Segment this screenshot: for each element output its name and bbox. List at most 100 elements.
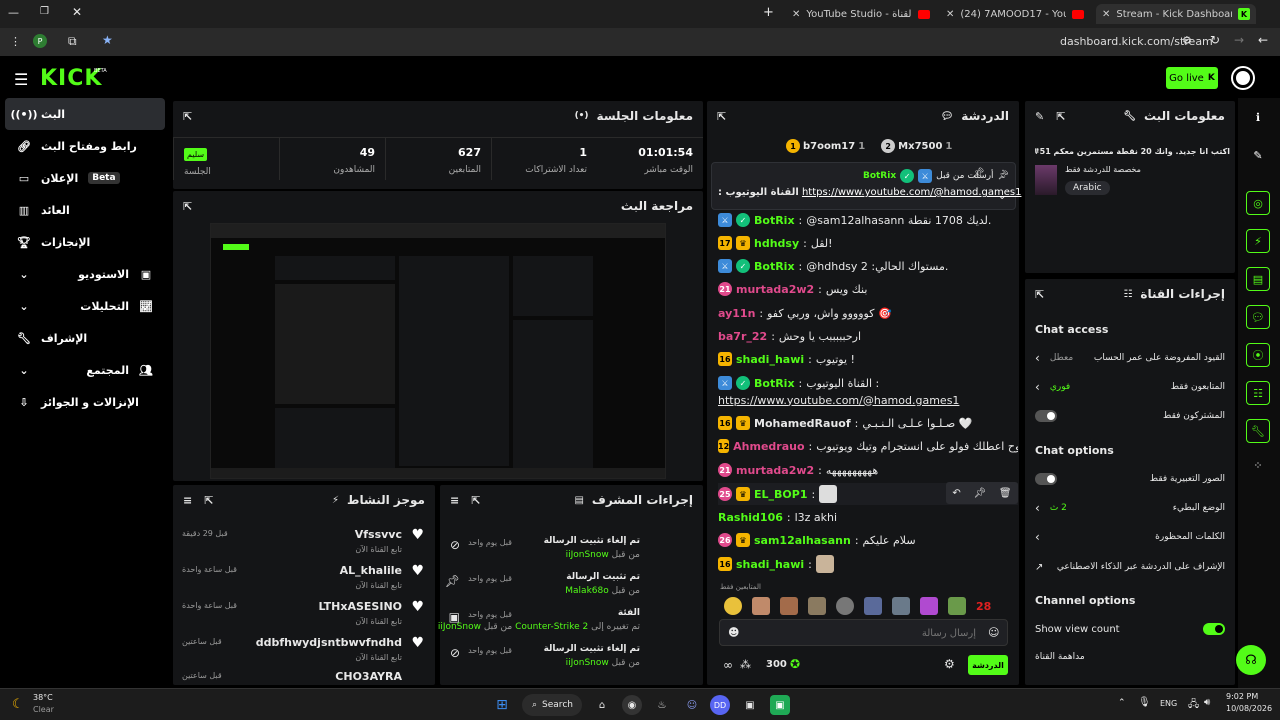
- chat-message[interactable]: 16 shadi_hawi:: [718, 553, 1018, 575]
- chat-message[interactable]: Rashid106: l3z akhi: [718, 506, 1018, 528]
- show-view-count-row[interactable]: Show view count: [1035, 618, 1225, 640]
- popout-icon[interactable]: ⇱: [183, 110, 192, 123]
- infinity-icon[interactable]: ∞: [723, 658, 733, 672]
- stream-preview-video[interactable]: [210, 223, 666, 479]
- emote-icon[interactable]: [920, 597, 938, 615]
- sliders-icon[interactable]: ☷: [1246, 381, 1270, 405]
- microphone-icon[interactable]: 🎙︎: [1138, 697, 1151, 708]
- popout-icon[interactable]: ⇱: [471, 494, 480, 507]
- go-live-button[interactable]: Go live K: [1166, 67, 1218, 89]
- category-thumbnail[interactable]: [1035, 165, 1057, 195]
- minimize-icon[interactable]: —: [8, 6, 19, 19]
- popout-icon[interactable]: ⇱: [1056, 110, 1065, 123]
- chat-message[interactable]: ay11n: كووووو واش، وربي كفو 🎯: [718, 302, 1018, 324]
- back-icon[interactable]: ←: [1258, 33, 1268, 47]
- restore-icon[interactable]: ❐: [40, 6, 49, 17]
- popout-icon[interactable]: ⇱: [717, 110, 726, 123]
- discord-icon[interactable]: ☺: [682, 695, 702, 715]
- wrench-icon[interactable]: 🔧︎: [1246, 419, 1270, 443]
- extensions-icon[interactable]: ⧉: [68, 34, 77, 49]
- popout-icon[interactable]: ⇱: [1035, 288, 1044, 301]
- emote-icon[interactable]: [948, 597, 966, 615]
- sidebar-item-community[interactable]: ⌄ المجتمع 👥︎: [5, 354, 165, 386]
- close-window-icon[interactable]: ✕: [72, 5, 82, 19]
- pencil-icon[interactable]: ✎: [1246, 143, 1270, 167]
- kick-app-icon[interactable]: ▣: [770, 695, 790, 715]
- send-chat-button[interactable]: الدردشة: [968, 655, 1008, 675]
- weather-desc[interactable]: Clear: [33, 705, 54, 714]
- chat-settings-icon[interactable]: ⚙: [944, 657, 955, 671]
- chat-message-continued[interactable]: https://www.youtube.com/@hamod.games1: [718, 389, 1018, 411]
- chat-message[interactable]: 21 murtada2w2: بنك ويس: [718, 278, 1018, 300]
- bolt-icon[interactable]: ⚡︎: [1246, 229, 1270, 253]
- hamburger-menu-icon[interactable]: ☰: [14, 70, 28, 89]
- sidebar-item-stream-key[interactable]: رابط ومفتاح البث 🔗︎: [5, 130, 165, 162]
- chat-message[interactable]: 16 shadi_hawi: يوتيوب !: [718, 348, 1018, 370]
- forward-icon[interactable]: →: [1234, 33, 1244, 47]
- clock-time[interactable]: 9:02 PM: [1226, 692, 1258, 701]
- pinned-message[interactable]: ⋮ 📌︎ ⌄ 📌︎ أرسلت من قبل ⚔ ✓ BotRix : القن…: [711, 162, 1021, 210]
- chrome-icon[interactable]: ◉: [622, 695, 642, 715]
- delete-icon[interactable]: 🗑︎: [999, 488, 1012, 499]
- sidebar-item-revenue[interactable]: العائد ▥: [5, 194, 165, 226]
- chat-link[interactable]: https://www.youtube.com/@hamod.games1: [718, 394, 959, 407]
- emote-icon[interactable]: [892, 597, 910, 615]
- language-indicator[interactable]: ENG: [1160, 699, 1177, 708]
- emoji-picker-icon[interactable]: ☻: [728, 626, 739, 639]
- emotes-only-toggle[interactable]: [1035, 473, 1057, 485]
- close-tab-icon[interactable]: ✕: [946, 9, 954, 20]
- emote-icon[interactable]: [724, 597, 742, 615]
- clock-date[interactable]: 10/08/2026: [1226, 704, 1272, 713]
- chat-input-box[interactable]: ☻ ☺: [719, 619, 1008, 646]
- category-name[interactable]: مخصصة للدردشة فقط: [1065, 165, 1141, 174]
- menu-dots-icon[interactable]: ⋮: [10, 35, 21, 48]
- subscribers-only-toggle[interactable]: [1035, 410, 1057, 422]
- account-age-row[interactable]: القيود المفروضة على عمر الحساب معطل ›: [1035, 347, 1225, 369]
- support-icon[interactable]: ☊: [1236, 645, 1266, 675]
- emote-icon[interactable]: [864, 597, 882, 615]
- emote-counter[interactable]: 28: [976, 600, 991, 613]
- close-tab-icon[interactable]: ✕: [792, 9, 800, 20]
- taskbar-search[interactable]: ⌕ Search: [522, 694, 582, 716]
- site-settings-icon[interactable]: ⚙: [1182, 34, 1192, 47]
- weather-temp[interactable]: 38°C: [33, 693, 53, 702]
- sidebar-item-achievements[interactable]: الإنجازات 🏆︎: [5, 226, 165, 258]
- banned-words-row[interactable]: الكلمات المحظورة ›: [1035, 526, 1225, 548]
- document-icon[interactable]: ▤: [1246, 267, 1270, 291]
- app-icon[interactable]: ▣: [740, 695, 760, 715]
- chat-message[interactable]: 26 ♛ sam12alhasann: سلام عليكم: [718, 529, 1018, 551]
- chat-message[interactable]: 21 murtada2w2: هههههههههه: [718, 459, 1018, 481]
- close-tab-icon[interactable]: ✕: [1102, 9, 1110, 20]
- windows-start-icon[interactable]: ⊞: [492, 695, 512, 715]
- chat-message[interactable]: ⚔ ✓ BotRix: @sam12alhasann لديك 1708 نقطة…: [718, 209, 1018, 231]
- chat-bubble-icon[interactable]: 💬︎: [1246, 305, 1270, 329]
- emotes-only-row[interactable]: الصور التعبيرية فقط: [1035, 468, 1225, 490]
- network-icon[interactable]: 🖧︎: [1188, 697, 1199, 714]
- tab-youtube-studio[interactable]: ✕ YouTube Studio - محتوى القناة: [786, 4, 936, 24]
- avatar[interactable]: [1233, 68, 1253, 88]
- popout-icon[interactable]: ⇱: [204, 494, 213, 507]
- filter-icon[interactable]: ≡: [183, 494, 192, 507]
- emote-icon[interactable]: [752, 597, 770, 615]
- emote-icon[interactable]: [808, 597, 826, 615]
- volume-icon[interactable]: 🔊︎: [1204, 697, 1210, 708]
- reply-icon[interactable]: ↶: [952, 488, 960, 499]
- emote-icon[interactable]: [836, 597, 854, 615]
- sidebar-item-moderation[interactable]: الإشراف 🔧︎: [5, 322, 165, 354]
- edit-icon[interactable]: ✎: [1035, 110, 1044, 123]
- bookmark-star-icon[interactable]: ★: [102, 33, 113, 47]
- slow-mode-row[interactable]: الوضع البطيء 2 ث ›: [1035, 497, 1225, 519]
- chat-message[interactable]: ⚔ ✓ BotRix: @hdhdsy مستواك الحالي: 2.: [718, 255, 1018, 277]
- chat-message[interactable]: 16 ♛ MohamedRauof: صـلـوا عـلـى الـنـبـي …: [718, 412, 1018, 434]
- emote-icon[interactable]: [780, 597, 798, 615]
- sidebar-item-stream[interactable]: البث ((•)): [5, 98, 165, 130]
- chat-message[interactable]: ba7r_22: ارحبببببب يا وحش: [718, 325, 1018, 347]
- filter-icon[interactable]: ≡: [450, 494, 459, 507]
- host-channel-label[interactable]: مداهمة القناة: [1035, 652, 1085, 662]
- sidebar-item-ads[interactable]: Beta الإعلان ▭: [5, 162, 165, 194]
- chat-input[interactable]: [746, 623, 976, 643]
- users-icon[interactable]: ⁂: [740, 658, 751, 671]
- chat-message[interactable]: 17 ♛ hdhdsy: لقل!: [718, 232, 1018, 254]
- followers-only-row[interactable]: المتابعون فقط فوري ›: [1035, 376, 1225, 398]
- profile-icon[interactable]: P: [33, 34, 47, 48]
